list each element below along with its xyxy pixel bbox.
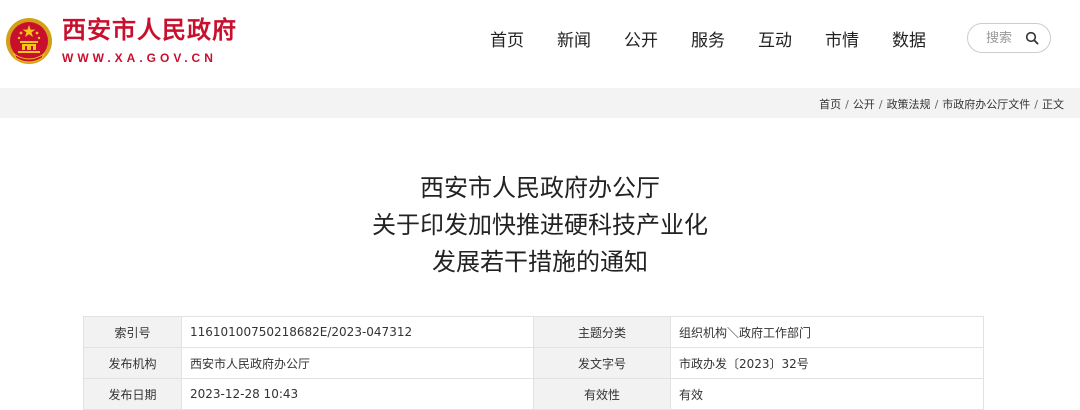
document-number-label: 发文字号 <box>533 347 671 379</box>
breadcrumb: 首页 / 公开 / 政策法规 / 市政府办公厅文件 / 正文 <box>819 96 1064 112</box>
publisher-value: 西安市人民政府办公厅 <box>181 347 534 379</box>
breadcrumb-current: 正文 <box>1042 98 1064 111</box>
validity-label: 有效性 <box>533 378 671 410</box>
title-line-3: 发展若干措施的通知 <box>432 248 648 276</box>
breadcrumb-bar: 首页 / 公开 / 政策法规 / 市政府办公厅文件 / 正文 <box>0 88 1080 118</box>
nav-item-home[interactable]: 首页 <box>490 26 524 51</box>
breadcrumb-policy[interactable]: 政策法规 <box>887 96 931 112</box>
main-nav: 首页 新闻 公开 服务 互动 市情 数据 <box>490 24 926 52</box>
nav-item-public[interactable]: 公开 <box>624 26 658 51</box>
nav-item-interact[interactable]: 互动 <box>758 26 792 51</box>
breadcrumb-separator: / <box>845 97 849 111</box>
document-info-table: 索引号 11610100750218682E/2023-047312 主题分类 … <box>83 316 984 410</box>
publish-date-value: 2023-12-28 10:43 <box>181 378 534 410</box>
nav-item-news[interactable]: 新闻 <box>557 26 591 51</box>
nav-item-data[interactable]: 数据 <box>892 26 926 51</box>
site-title: 西安市人民政府 <box>62 16 237 44</box>
breadcrumb-separator: / <box>934 97 939 111</box>
breadcrumb-home[interactable]: 首页 <box>819 96 841 112</box>
breadcrumb-public[interactable]: 公开 <box>853 96 875 112</box>
document-title: 西安市人民政府办公厅 关于印发加快推进硬科技产业化 发展若干措施的通知 <box>0 170 1080 281</box>
topic-category-value: 组织机构＼政府工作部门 <box>670 316 984 348</box>
publisher-label: 发布机构 <box>83 347 182 379</box>
table-row: 发布机构 西安市人民政府办公厅 发文字号 市政办发〔2023〕32号 <box>83 347 984 379</box>
table-row: 索引号 11610100750218682E/2023-047312 主题分类 … <box>83 316 984 348</box>
document-number-value: 市政办发〔2023〕32号 <box>670 347 984 379</box>
breadcrumb-separator: / <box>1034 97 1038 111</box>
validity-value: 有效 <box>670 378 984 410</box>
search-input[interactable] <box>986 30 1022 46</box>
national-emblem-icon <box>6 18 52 64</box>
search-box <box>967 23 1051 53</box>
breadcrumb-separator: / <box>878 97 883 111</box>
nav-item-service[interactable]: 服务 <box>691 26 725 51</box>
title-line-2: 关于印发加快推进硬科技产业化 <box>372 211 708 239</box>
search-icon[interactable] <box>1024 30 1040 46</box>
site-logo[interactable]: 西安市人民政府 WWW.XA.GOV.CN <box>4 10 264 72</box>
topic-category-label: 主题分类 <box>533 316 671 348</box>
nav-item-city-info[interactable]: 市情 <box>825 26 859 51</box>
title-line-1: 西安市人民政府办公厅 <box>420 174 660 202</box>
index-number-label: 索引号 <box>83 316 182 348</box>
index-number-value: 11610100750218682E/2023-047312 <box>181 316 534 348</box>
publish-date-label: 发布日期 <box>83 378 182 410</box>
table-row: 发布日期 2023-12-28 10:43 有效性 有效 <box>83 378 984 410</box>
site-url: WWW.XA.GOV.CN <box>62 51 217 65</box>
site-header: 西安市人民政府 WWW.XA.GOV.CN 首页 新闻 公开 服务 互动 市情 … <box>0 0 1080 88</box>
breadcrumb-office-docs[interactable]: 市政府办公厅文件 <box>942 96 1030 112</box>
